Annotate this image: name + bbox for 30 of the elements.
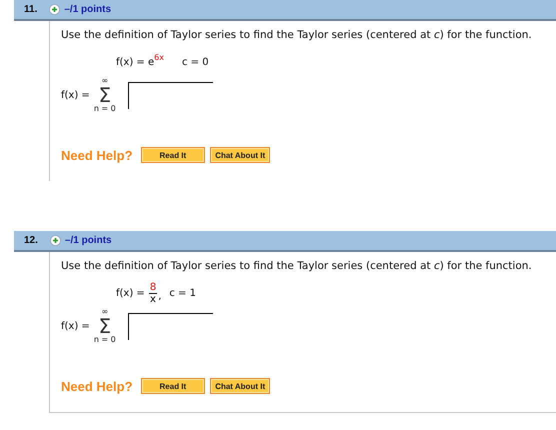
upper-limit: ∞: [101, 308, 108, 316]
points-link[interactable]: –/1 points: [64, 235, 112, 246]
sigma-symbol: Σ: [98, 85, 112, 105]
answer-field[interactable]: [128, 312, 213, 340]
center-value: c = 0: [182, 56, 209, 68]
need-help-label: Need Help?: [61, 148, 133, 162]
center-value: c = 1: [169, 288, 196, 298]
plus-icon[interactable]: [50, 235, 61, 246]
sum-lhs: f(x) =: [61, 90, 90, 100]
lower-limit: n = 0: [94, 105, 116, 113]
help-button[interactable]: Read It: [140, 378, 206, 394]
function-formula: f(x) = e$^{6x}$: [116, 56, 164, 68]
sigma-symbol: Σ: [98, 316, 112, 336]
points-link[interactable]: –/1 points: [64, 4, 112, 15]
help-button[interactable]: Read It: [140, 147, 206, 163]
lower-limit: n = 0: [94, 336, 116, 344]
sum-lhs: f(x) =: [61, 320, 90, 332]
question-number: 12.: [24, 235, 38, 246]
question-number: 11.: [24, 4, 38, 15]
comma: ,: [158, 290, 162, 302]
need-help-label: Need Help?: [61, 378, 133, 394]
answer-field[interactable]: [128, 82, 213, 108]
help-button[interactable]: Chat About It: [210, 378, 270, 394]
function-lhs: f(x) =: [116, 288, 145, 298]
help-button[interactable]: Chat About It: [210, 147, 270, 163]
upper-limit: ∞: [101, 77, 108, 85]
question-prompt: Use the definition of Taylor series to find the Taylor series (centered at c) for the function.: [61, 29, 533, 41]
fraction: 8 x: [148, 282, 158, 304]
question-prompt: Use the definition of Taylor series to find the Taylor series (centered at c) for the function.: [61, 260, 533, 272]
plus-icon[interactable]: [49, 4, 60, 15]
